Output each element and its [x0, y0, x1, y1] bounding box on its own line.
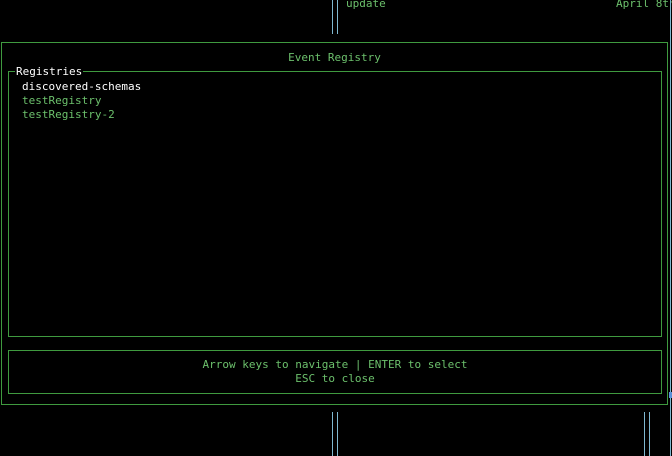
pane-divider — [670, 0, 671, 456]
registries-panel: Registries discovered-schemas testRegist… — [8, 65, 662, 337]
registry-list-item[interactable]: discovered-schemas — [22, 80, 141, 94]
help-panel: Arrow keys to navigate | ENTER to select… — [8, 350, 662, 394]
pane-divider — [649, 412, 650, 456]
event-registry-modal: Event Registry Registries discovered-sch… — [1, 42, 668, 405]
pane-divider — [332, 0, 333, 34]
pane-divider — [644, 412, 645, 456]
pane-divider — [337, 0, 338, 34]
registry-list-item[interactable]: testRegistry — [22, 94, 141, 108]
navigation-help-text: Arrow keys to navigate | ENTER to select — [202, 358, 468, 371]
registry-list: discovered-schemas testRegistry testRegi… — [22, 80, 141, 122]
registries-label: Registries — [15, 65, 84, 78]
background-column-text: update — [346, 0, 386, 10]
pane-divider — [337, 412, 338, 456]
background-date-text: April 8th — [616, 0, 672, 10]
close-help-text: ESC to close — [295, 372, 375, 385]
pane-divider — [332, 412, 333, 456]
registry-list-item[interactable]: testRegistry-2 — [22, 108, 141, 122]
modal-title: Event Registry — [288, 51, 381, 64]
